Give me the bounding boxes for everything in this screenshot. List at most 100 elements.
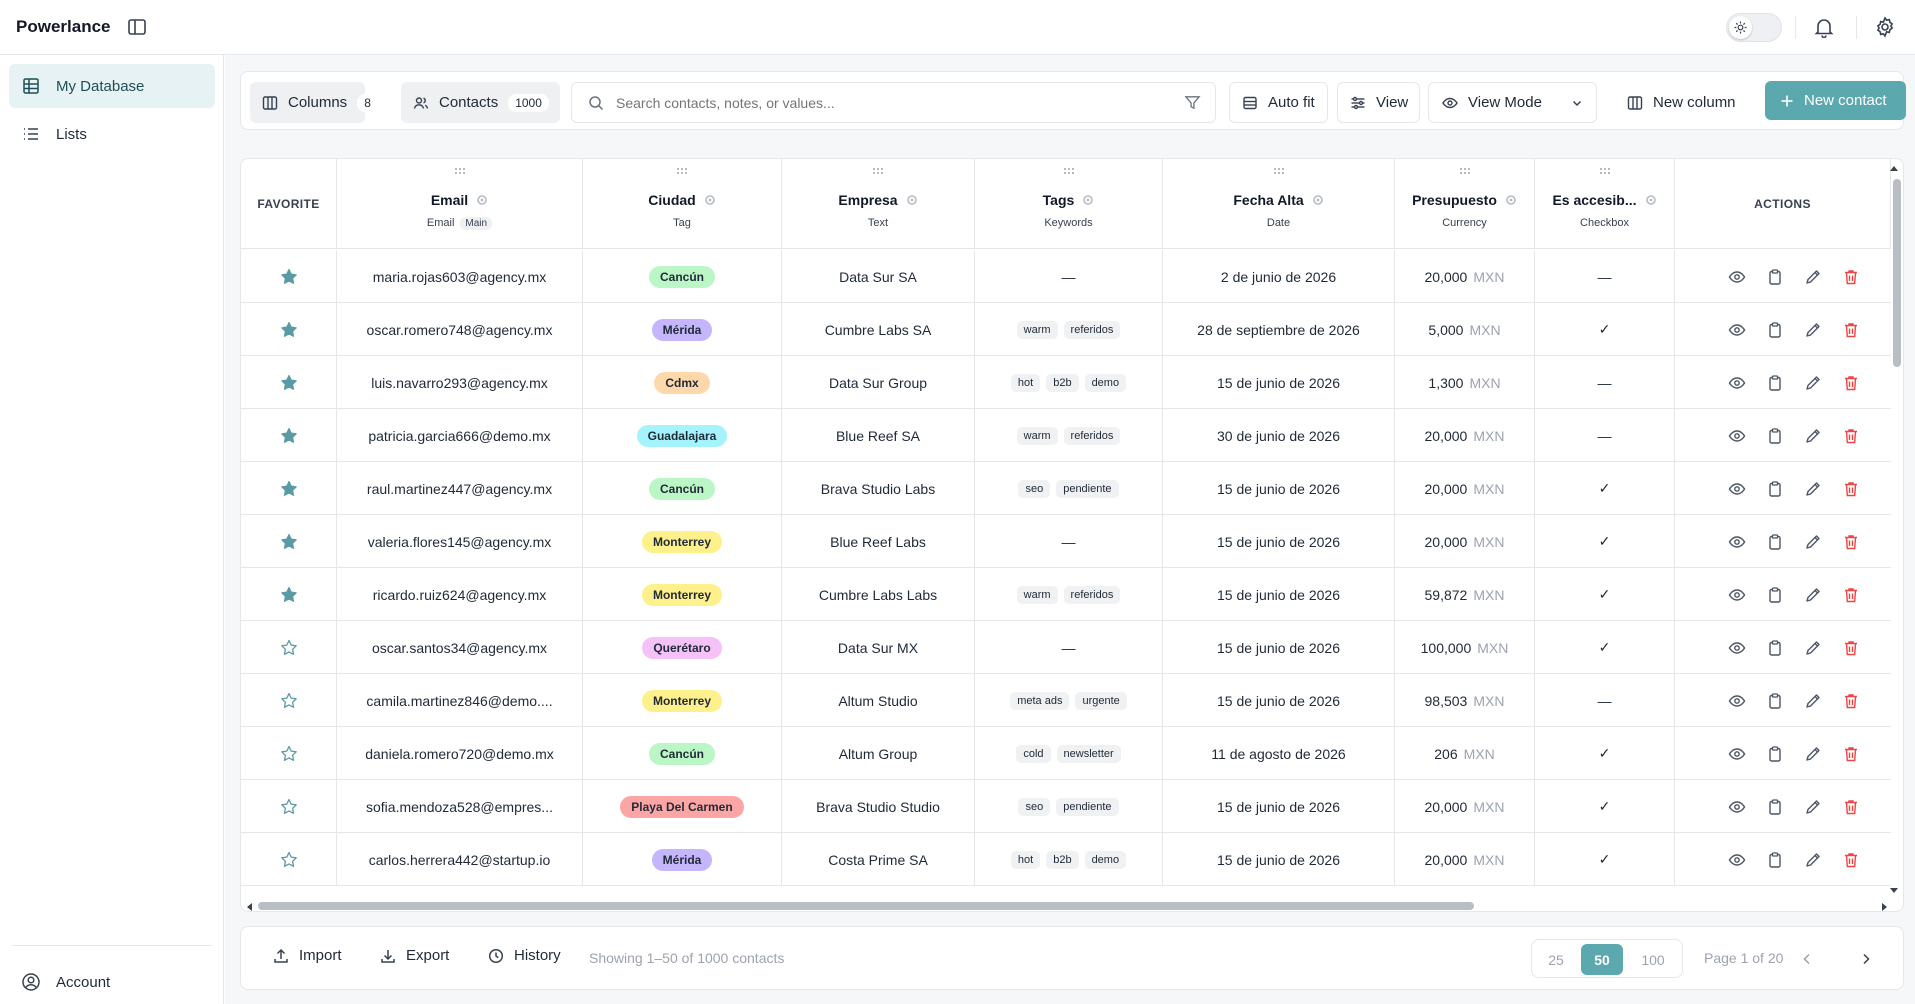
pencil-icon[interactable] [1804, 586, 1822, 604]
checkbox-value[interactable]: ✓ [1599, 533, 1611, 550]
city-tag[interactable]: Monterrey [641, 530, 722, 553]
checkbox-value[interactable]: ✓ [1599, 745, 1611, 762]
table-row[interactable]: luis.navarro293@agency.mx Cdmx Data Sur Gr… [241, 356, 1891, 409]
pencil-icon[interactable] [1804, 798, 1822, 816]
bell-icon[interactable] [1813, 16, 1835, 38]
column-settings-icon[interactable] [906, 194, 918, 206]
trash-icon[interactable] [1842, 692, 1860, 710]
view-button[interactable]: View [1337, 82, 1420, 123]
trash-icon[interactable] [1842, 798, 1860, 816]
column-settings-icon[interactable] [476, 194, 488, 206]
prev-page-icon[interactable] [1802, 953, 1812, 965]
sidebar-item-my-database[interactable]: My Database [9, 64, 215, 108]
checkbox-value[interactable]: ✓ [1599, 586, 1611, 603]
column-settings-icon[interactable] [1082, 194, 1094, 206]
drag-handle-icon[interactable] [454, 167, 466, 175]
city-tag[interactable]: Mérida [651, 318, 713, 341]
checkbox-value[interactable]: ✓ [1599, 480, 1611, 497]
star-filled-icon[interactable] [280, 480, 298, 498]
drag-handle-icon[interactable] [1063, 167, 1075, 175]
eye-icon[interactable] [1728, 321, 1746, 339]
table-row[interactable]: raul.martinez447@agency.mx Cancún Brava St… [241, 462, 1891, 515]
table-row[interactable]: camila.martinez846@demo.... Monterrey Altu… [241, 674, 1891, 727]
pencil-icon[interactable] [1804, 639, 1822, 657]
checkbox-value[interactable]: ✓ [1599, 321, 1611, 338]
eye-icon[interactable] [1728, 692, 1746, 710]
clipboard-icon[interactable] [1766, 480, 1784, 498]
checkbox-value[interactable]: — [1598, 375, 1612, 391]
drag-handle-icon[interactable] [872, 167, 884, 175]
city-tag[interactable]: Guadalajara [636, 424, 728, 447]
clipboard-icon[interactable] [1766, 533, 1784, 551]
filter-icon[interactable] [1184, 94, 1201, 111]
pencil-icon[interactable] [1804, 480, 1822, 498]
sidebar-item-lists[interactable]: Lists [9, 112, 215, 156]
table-row[interactable]: oscar.romero748@agency.mx Mérida Cumbre La… [241, 303, 1891, 356]
drag-handle-icon[interactable] [676, 167, 688, 175]
pencil-icon[interactable] [1804, 374, 1822, 392]
horizontal-scrollbar[interactable] [258, 902, 1474, 910]
city-tag[interactable]: Querétaro [642, 636, 722, 659]
contacts-button[interactable]: Contacts 1000 [401, 82, 560, 123]
search-input[interactable] [616, 92, 1156, 114]
checkbox-value[interactable]: — [1598, 269, 1612, 285]
clipboard-icon[interactable] [1766, 639, 1784, 657]
star-filled-icon[interactable] [280, 533, 298, 551]
eye-icon[interactable] [1728, 533, 1746, 551]
column-settings-icon[interactable] [704, 194, 716, 206]
auto-fit-button[interactable]: Auto fit [1229, 82, 1328, 123]
trash-icon[interactable] [1842, 321, 1860, 339]
page-size-25[interactable]: 25 [1536, 944, 1576, 975]
table-row[interactable]: oscar.santos34@agency.mx Querétaro Data Su… [241, 621, 1891, 674]
star-outline-icon[interactable] [280, 692, 298, 710]
trash-icon[interactable] [1842, 745, 1860, 763]
star-outline-icon[interactable] [280, 639, 298, 657]
clipboard-icon[interactable] [1766, 798, 1784, 816]
trash-icon[interactable] [1842, 533, 1860, 551]
export-button[interactable]: Export [380, 947, 449, 964]
city-tag[interactable]: Cancún [648, 742, 715, 765]
star-filled-icon[interactable] [280, 374, 298, 392]
table-row[interactable]: carlos.herrera442@startup.io Mérida Costa … [241, 833, 1891, 886]
trash-icon[interactable] [1842, 427, 1860, 445]
pencil-icon[interactable] [1804, 427, 1822, 445]
trash-icon[interactable] [1842, 639, 1860, 657]
city-tag[interactable]: Cdmx [654, 371, 710, 394]
pencil-icon[interactable] [1804, 851, 1822, 869]
drag-handle-icon[interactable] [1273, 167, 1285, 175]
next-page-icon[interactable] [1861, 953, 1871, 965]
trash-icon[interactable] [1842, 268, 1860, 286]
city-tag[interactable]: Playa Del Carmen [620, 795, 744, 818]
clipboard-icon[interactable] [1766, 745, 1784, 763]
star-outline-icon[interactable] [280, 745, 298, 763]
trash-icon[interactable] [1842, 480, 1860, 498]
scroll-right-arrow-icon[interactable] [1881, 902, 1889, 911]
column-settings-icon[interactable] [1312, 194, 1324, 206]
pencil-icon[interactable] [1804, 268, 1822, 286]
clipboard-icon[interactable] [1766, 427, 1784, 445]
clipboard-icon[interactable] [1766, 851, 1784, 869]
eye-icon[interactable] [1728, 798, 1746, 816]
sidebar-toggle-icon[interactable] [127, 17, 147, 37]
star-filled-icon[interactable] [280, 586, 298, 604]
clipboard-icon[interactable] [1766, 374, 1784, 392]
checkbox-value[interactable]: ✓ [1599, 639, 1611, 656]
checkbox-value[interactable]: ✓ [1599, 851, 1611, 868]
city-tag[interactable]: Monterrey [641, 583, 722, 606]
eye-icon[interactable] [1728, 639, 1746, 657]
scroll-up-arrow-icon[interactable] [1889, 164, 1899, 172]
eye-icon[interactable] [1728, 374, 1746, 392]
trash-icon[interactable] [1842, 586, 1860, 604]
drag-handle-icon[interactable] [1599, 167, 1611, 175]
checkbox-value[interactable]: — [1598, 693, 1612, 709]
new-column-button[interactable]: New column [1618, 82, 1748, 123]
scroll-left-arrow-icon[interactable] [245, 902, 253, 911]
trash-icon[interactable] [1842, 374, 1860, 392]
theme-toggle[interactable] [1726, 13, 1782, 42]
star-filled-icon[interactable] [280, 268, 298, 286]
drag-handle-icon[interactable] [1459, 167, 1471, 175]
account-link[interactable]: Account [9, 962, 110, 1002]
table-row[interactable]: ricardo.ruiz624@agency.mx Monterrey Cumbre… [241, 568, 1891, 621]
table-row[interactable]: sofia.mendoza528@empres... Playa Del Carm… [241, 780, 1891, 833]
history-button[interactable]: History [488, 947, 561, 964]
